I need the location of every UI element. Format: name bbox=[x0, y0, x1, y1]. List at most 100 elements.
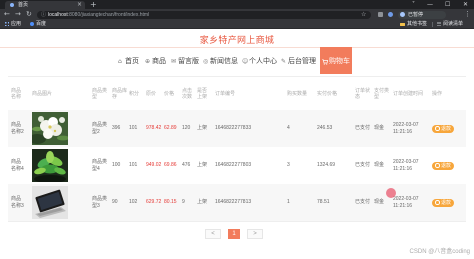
extension-icon[interactable] bbox=[388, 12, 393, 17]
click-count: 120 bbox=[182, 125, 191, 132]
action-cell: 退款 bbox=[432, 184, 464, 221]
bookmark-star-icon[interactable] bbox=[361, 11, 366, 19]
column-header: 商品图片 bbox=[32, 90, 53, 97]
column-header: 点击次数 bbox=[182, 87, 193, 100]
prev-page-button[interactable]: < bbox=[205, 229, 221, 239]
forward-icon[interactable] bbox=[15, 9, 21, 20]
bookmark-separator bbox=[432, 22, 433, 27]
profile-button[interactable]: 已暂停 bbox=[398, 10, 446, 19]
refund-button-label: 退款 bbox=[441, 125, 452, 132]
product-name: 商品名称3 bbox=[11, 196, 24, 209]
user-icon bbox=[242, 57, 249, 66]
product-image-cell bbox=[32, 184, 90, 221]
product-image[interactable] bbox=[32, 186, 68, 219]
order-number: 1646822277833 bbox=[215, 125, 252, 132]
table-row[interactable]: 商品名称3 商品类型3 90 102 629.72 80.15 9 上架 164… bbox=[8, 184, 466, 221]
product-type: 商品类型2 bbox=[92, 122, 108, 135]
maximize-icon[interactable] bbox=[445, 0, 450, 9]
cart-order-table: 商品名称 商品图片 商品类型 商品库存 积分 原价 价格 点击次数 是否上架 订… bbox=[8, 76, 466, 222]
price: 62.89 bbox=[164, 125, 177, 132]
address-bar[interactable]: localhost:8080/jiaxiangtechan/front/inde… bbox=[37, 10, 371, 19]
nav-label: 购物车 bbox=[329, 58, 350, 65]
shelf-status: 上架 bbox=[197, 162, 208, 169]
url-host: localhost bbox=[48, 11, 68, 18]
table-row[interactable]: 商品名称2 商品类型2 396 101 978.42 62.89 120 上架 … bbox=[8, 110, 466, 147]
purchase-quantity: 1 bbox=[287, 199, 290, 206]
nav-divider bbox=[0, 47, 474, 48]
column-header: 支付类型 bbox=[374, 87, 390, 100]
purchase-quantity: 3 bbox=[287, 162, 290, 169]
nav-item-home[interactable]: 首页 bbox=[118, 57, 139, 66]
price: 69.86 bbox=[164, 162, 177, 169]
minimize-icon[interactable] bbox=[427, 0, 433, 9]
column-header: 原价 bbox=[146, 90, 157, 97]
column-header: 操作 bbox=[432, 90, 443, 97]
url-path: :8080/jiaxiangtechan/front/index.html bbox=[67, 11, 150, 18]
column-header: 购买数量 bbox=[287, 90, 308, 97]
table-row[interactable]: 商品名称4 商品类型4 100 101 949.02 69.86 476 上架 … bbox=[8, 147, 466, 184]
column-header: 商品名称 bbox=[11, 87, 22, 100]
column-header: 实付价格 bbox=[317, 90, 338, 97]
extension-icon[interactable] bbox=[378, 12, 383, 17]
new-tab-icon[interactable] bbox=[90, 0, 97, 9]
browser-toolbar: localhost:8080/jiaxiangtechan/front/inde… bbox=[0, 9, 474, 20]
nav-label: 新闻信息 bbox=[210, 58, 238, 65]
message-icon bbox=[171, 57, 178, 66]
payment-type: 现金 bbox=[374, 125, 385, 132]
product-stock: 396 bbox=[112, 125, 121, 132]
original-price: 978.42 bbox=[146, 125, 162, 132]
close-window-icon[interactable] bbox=[463, 0, 468, 9]
column-header: 是否上架 bbox=[197, 87, 208, 100]
current-page-button[interactable]: 1 bbox=[228, 229, 240, 239]
refund-button[interactable]: 退款 bbox=[432, 124, 454, 133]
close-tab-icon[interactable] bbox=[77, 1, 82, 9]
menu-icon[interactable] bbox=[464, 9, 471, 20]
nav-item-news[interactable]: 新闻信息 bbox=[203, 57, 238, 66]
column-header: 订单编号 bbox=[215, 90, 236, 97]
table-bottom-border bbox=[8, 221, 466, 222]
refund-button-label: 退款 bbox=[441, 162, 452, 169]
nav-item-cart[interactable]: 购物车 bbox=[320, 47, 352, 74]
refund-button[interactable]: 退款 bbox=[432, 161, 454, 170]
column-header: 积分 bbox=[129, 90, 140, 97]
order-status: 已支付 bbox=[355, 162, 371, 169]
product-image[interactable] bbox=[32, 112, 68, 145]
bookmark-apps[interactable]: 应用 bbox=[11, 20, 21, 28]
column-header: 价格 bbox=[164, 90, 175, 97]
news-icon bbox=[203, 57, 210, 66]
created-time: 2022-03-07 11:21:16 bbox=[393, 196, 419, 209]
other-bookmarks[interactable]: 其他书签 bbox=[407, 20, 427, 28]
info-icon[interactable] bbox=[41, 11, 46, 19]
action-icon bbox=[434, 200, 440, 205]
created-time: 2022-03-07 11:21:16 bbox=[393, 122, 419, 135]
paid-amount: 1324.69 bbox=[317, 162, 336, 169]
click-count: 476 bbox=[182, 162, 191, 169]
nav-label: 首页 bbox=[125, 58, 139, 65]
tab-search-icon[interactable] bbox=[412, 0, 415, 9]
watermark: CSDN @八音盒coding bbox=[409, 249, 470, 255]
reload-icon[interactable] bbox=[26, 9, 32, 20]
home-icon bbox=[118, 57, 125, 66]
tab-title: 首页 bbox=[18, 2, 29, 8]
column-header: 商品库存 bbox=[112, 87, 128, 100]
back-icon[interactable] bbox=[4, 9, 10, 20]
browser-tab[interactable]: 首页 bbox=[5, 1, 85, 9]
refund-button[interactable]: 退款 bbox=[432, 198, 454, 207]
bookmark-item[interactable]: 百度 bbox=[36, 20, 46, 28]
click-count: 9 bbox=[182, 199, 185, 206]
original-price: 629.72 bbox=[146, 199, 162, 206]
nav-item-goods[interactable]: 商品 bbox=[145, 57, 166, 66]
product-type: 商品类型4 bbox=[92, 159, 108, 172]
nav-item-user-center[interactable]: 个人中心 bbox=[242, 57, 277, 66]
next-page-button[interactable]: > bbox=[247, 229, 263, 239]
cart-icon bbox=[322, 58, 328, 65]
browser-tab-strip: 首页 bbox=[0, 0, 474, 9]
product-image-cell bbox=[32, 147, 90, 184]
product-image[interactable] bbox=[32, 149, 68, 182]
nav-item-messages[interactable]: 留言版 bbox=[171, 57, 199, 66]
product-name: 商品名称2 bbox=[11, 122, 24, 135]
order-number: 1646822277813 bbox=[215, 199, 252, 206]
table-header: 商品名称 商品图片 商品类型 商品库存 积分 原价 价格 点击次数 是否上架 订… bbox=[8, 76, 466, 110]
reading-list[interactable]: 阅读清单 bbox=[443, 20, 463, 28]
nav-item-admin[interactable]: 后台管理 bbox=[281, 57, 316, 66]
